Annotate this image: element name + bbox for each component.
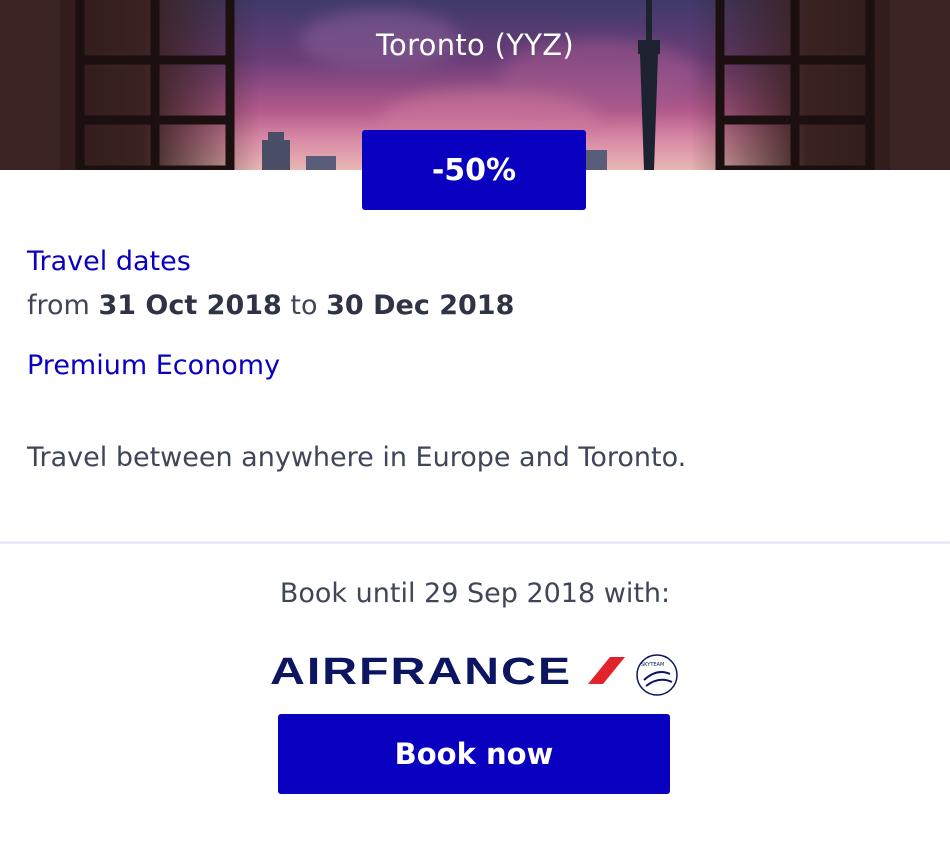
airline-wordmark: AIRFRANCE bbox=[270, 651, 572, 693]
offer-description: Travel between anywhere in Europe and To… bbox=[27, 442, 687, 473]
book-now-button[interactable]: Book now bbox=[278, 714, 670, 794]
to-word: to bbox=[290, 290, 318, 321]
section-divider bbox=[0, 541, 950, 544]
skyteam-icon bbox=[636, 654, 678, 696]
start-date: 31 Oct 2018 bbox=[98, 290, 282, 321]
destination-title: Toronto (YYZ) bbox=[375, 28, 575, 62]
travel-dates-heading: Travel dates bbox=[27, 246, 191, 277]
cabin-class: Premium Economy bbox=[27, 350, 281, 381]
end-date: 30 Dec 2018 bbox=[326, 290, 515, 321]
airline-red-stripe bbox=[588, 657, 625, 684]
discount-badge: -50% bbox=[362, 130, 586, 210]
from-word: from bbox=[27, 290, 90, 321]
booking-deadline: Book until 29 Sep 2018 with: bbox=[279, 578, 671, 609]
left-window-frame bbox=[0, 0, 235, 170]
alliance-name: SKYTEAM bbox=[641, 662, 664, 668]
right-window-frame bbox=[715, 0, 950, 170]
travel-date-range: from 31 Oct 2018 to 30 Dec 2018 bbox=[27, 290, 514, 321]
air-france-logo: AIRFRANCE SKYTEAM bbox=[270, 651, 678, 696]
